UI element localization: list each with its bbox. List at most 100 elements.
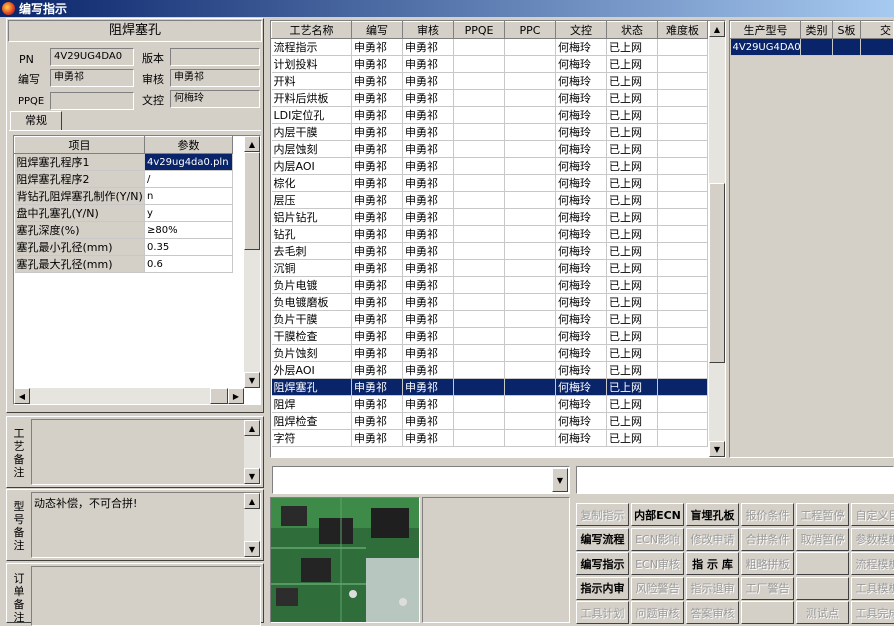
process-col-header[interactable]: PPC xyxy=(505,22,556,39)
process-row[interactable]: 负片蚀刻申勇祁申勇祁何梅玲已上网 xyxy=(272,345,708,362)
ppqe-field[interactable] xyxy=(50,92,134,110)
process-row[interactable]: 开料申勇祁申勇祁何梅玲已上网 xyxy=(272,73,708,90)
action-button[interactable]: 修改申请 xyxy=(686,528,739,551)
process-row[interactable]: 去毛刺申勇祁申勇祁何梅玲已上网 xyxy=(272,243,708,260)
process-row[interactable]: 负片干膜申勇祁申勇祁何梅玲已上网 xyxy=(272,311,708,328)
action-button[interactable]: 编写流程 xyxy=(576,528,629,551)
process-row[interactable]: 计划投料申勇祁申勇祁何梅玲已上网 xyxy=(272,56,708,73)
pn-field[interactable]: 4V29UG4DA0 xyxy=(50,48,134,66)
arrow-up-icon[interactable]: ▲ xyxy=(244,493,260,509)
action-button[interactable] xyxy=(796,577,849,600)
action-button[interactable] xyxy=(741,601,794,624)
process-row[interactable]: 流程指示申勇祁申勇祁何梅玲已上网 xyxy=(272,39,708,56)
process-row[interactable]: 外层AOI申勇祁申勇祁何梅玲已上网 xyxy=(272,362,708,379)
param-hscroll[interactable]: ◀ ▶ xyxy=(14,388,244,404)
process-row[interactable]: 负片电镀申勇祁申勇祁何梅玲已上网 xyxy=(272,277,708,294)
process-row[interactable]: 沉铜申勇祁申勇祁何梅玲已上网 xyxy=(272,260,708,277)
version-field[interactable] xyxy=(170,48,260,66)
process-row[interactable]: 钻孔申勇祁申勇祁何梅玲已上网 xyxy=(272,226,708,243)
action-button[interactable]: 粗略拼板 xyxy=(741,552,794,575)
action-button[interactable]: 测试点 xyxy=(796,601,849,624)
process-row[interactable]: 阻焊申勇祁申勇祁何梅玲已上网 xyxy=(272,396,708,413)
param-value[interactable]: 4v29ug4da0.pln xyxy=(145,154,233,171)
model-note-vscroll[interactable]: ▲ ▼ xyxy=(244,493,260,557)
param-row[interactable]: 塞孔最大孔径(mm)0.6 xyxy=(15,256,233,273)
action-button[interactable]: 取消暂停 xyxy=(796,528,849,551)
model-col-header[interactable]: 交 xyxy=(861,22,894,39)
param-value[interactable]: 0.6 xyxy=(145,256,233,273)
param-value[interactable]: y xyxy=(145,205,233,222)
param-row[interactable]: 盘中孔塞孔(Y/N)y xyxy=(15,205,233,222)
param-row[interactable]: 背钻孔阻焊塞孔制作(Y/N)n xyxy=(15,188,233,205)
arrow-down-icon[interactable]: ▼ xyxy=(244,372,260,388)
param-row[interactable]: 阻焊塞孔程序2/ xyxy=(15,171,233,188)
action-button[interactable]: 内部ECN xyxy=(631,503,684,526)
model-row[interactable]: 4V29UG4DA0 xyxy=(731,39,894,56)
tab-general[interactable]: 常规 xyxy=(10,111,62,131)
arrow-up-icon[interactable]: ▲ xyxy=(709,21,725,37)
action-button[interactable]: 参数模板 xyxy=(851,528,894,551)
action-button[interactable]: 合拼条件 xyxy=(741,528,794,551)
process-row[interactable]: 字符申勇祁申勇祁何梅玲已上网 xyxy=(272,430,708,447)
process-col-header[interactable]: 工艺名称 xyxy=(272,22,352,39)
process-col-header[interactable]: 难度板 xyxy=(658,22,708,39)
action-button[interactable]: 报价条件 xyxy=(741,503,794,526)
process-row[interactable]: 棕化申勇祁申勇祁何梅玲已上网 xyxy=(272,175,708,192)
action-button[interactable]: 工具完成 xyxy=(851,601,894,624)
process-row[interactable]: 铝片钻孔申勇祁申勇祁何梅玲已上网 xyxy=(272,209,708,226)
process-note-vscroll[interactable]: ▲ ▼ xyxy=(244,420,260,484)
arrow-left-icon[interactable]: ◀ xyxy=(14,388,30,404)
model-combo[interactable] xyxy=(576,466,894,494)
process-row[interactable]: 阻焊检查申勇祁申勇祁何梅玲已上网 xyxy=(272,413,708,430)
action-button[interactable] xyxy=(796,552,849,575)
param-col-header[interactable]: 参数 xyxy=(145,137,233,154)
action-button[interactable]: ECN审核 xyxy=(631,552,684,575)
action-button[interactable]: 流程模板 xyxy=(851,552,894,575)
arrow-right-icon[interactable]: ▶ xyxy=(228,388,244,404)
model-col-header[interactable]: 生产型号 xyxy=(731,22,801,39)
process-row[interactable]: 内层蚀刻申勇祁申勇祁何梅玲已上网 xyxy=(272,141,708,158)
action-button[interactable]: 指示内审 xyxy=(576,577,629,600)
model-note-field[interactable]: 动态补偿，不可合拼! xyxy=(31,492,261,558)
param-value[interactable]: ≥80% xyxy=(145,222,233,239)
process-col-header[interactable]: PPQE xyxy=(454,22,505,39)
param-vscroll[interactable]: ▲ ▼ xyxy=(244,136,260,388)
action-button[interactable]: 编写指示 xyxy=(576,552,629,575)
arrow-up-icon[interactable]: ▲ xyxy=(244,420,260,436)
action-button[interactable]: ECN影响 xyxy=(631,528,684,551)
process-row[interactable]: 干膜检查申勇祁申勇祁何梅玲已上网 xyxy=(272,328,708,345)
arrow-up-icon[interactable]: ▲ xyxy=(244,136,260,152)
param-row[interactable]: 塞孔深度(%)≥80% xyxy=(15,222,233,239)
process-row[interactable]: 层压申勇祁申勇祁何梅玲已上网 xyxy=(272,192,708,209)
process-col-header[interactable]: 审核 xyxy=(403,22,454,39)
author-field[interactable]: 申勇祁 xyxy=(50,69,134,87)
model-col-header[interactable]: 类别 xyxy=(801,22,833,39)
action-button[interactable]: 工具模板 xyxy=(851,577,894,600)
process-combo[interactable]: ▼ xyxy=(272,466,570,494)
param-hscroll-thumb[interactable] xyxy=(210,388,228,404)
reviewer-field[interactable]: 申勇祁 xyxy=(170,69,260,87)
arrow-down-icon[interactable]: ▼ xyxy=(244,541,260,557)
action-button[interactable]: 复制指示 xyxy=(576,503,629,526)
action-button[interactable]: 工具计划 xyxy=(576,601,629,624)
process-note-field[interactable] xyxy=(31,419,261,485)
process-col-header[interactable]: 编写 xyxy=(352,22,403,39)
doc-field[interactable]: 何梅玲 xyxy=(170,90,260,108)
param-row[interactable]: 阻焊塞孔程序14v29ug4da0.pln xyxy=(15,154,233,171)
param-value[interactable]: / xyxy=(145,171,233,188)
arrow-down-icon[interactable]: ▼ xyxy=(244,468,260,484)
param-value[interactable]: 0.35 xyxy=(145,239,233,256)
process-row[interactable]: LDI定位孔申勇祁申勇祁何梅玲已上网 xyxy=(272,107,708,124)
param-vscroll-thumb[interactable] xyxy=(244,152,260,250)
process-row[interactable]: 开料后烘板申勇祁申勇祁何梅玲已上网 xyxy=(272,90,708,107)
arrow-down-icon[interactable]: ▼ xyxy=(709,441,725,457)
action-button[interactable]: 问题审核 xyxy=(631,601,684,624)
process-col-header[interactable]: 文控 xyxy=(556,22,607,39)
chevron-down-icon[interactable]: ▼ xyxy=(552,468,568,492)
process-row[interactable]: 阻焊塞孔申勇祁申勇祁何梅玲已上网 xyxy=(272,379,708,396)
action-button[interactable]: 工程暂停 xyxy=(796,503,849,526)
process-row[interactable]: 内层干膜申勇祁申勇祁何梅玲已上网 xyxy=(272,124,708,141)
process-vscroll-thumb[interactable] xyxy=(709,183,725,363)
action-button[interactable]: 风险警告 xyxy=(631,577,684,600)
action-button[interactable]: 自定义目 xyxy=(851,503,894,526)
